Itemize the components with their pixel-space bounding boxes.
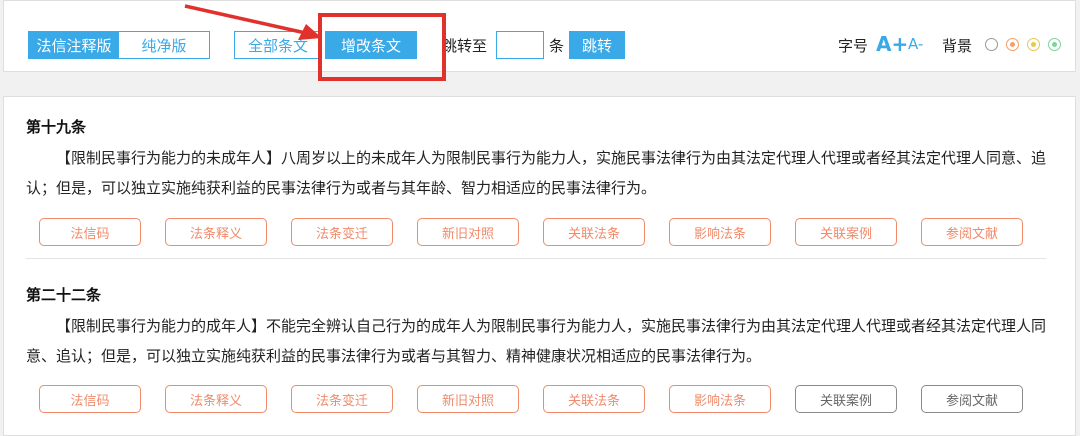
fa-xin-code-button[interactable]: 法信码: [39, 385, 141, 413]
article-history-button[interactable]: 法条变迁: [291, 385, 393, 413]
related-cases-button[interactable]: 关联案例: [795, 218, 897, 246]
article-title: 第二十二条: [26, 286, 102, 304]
related-articles-button[interactable]: 关联法条: [543, 385, 645, 413]
reference-literature-button[interactable]: 参阅文献: [921, 385, 1023, 413]
font-increase-icon[interactable]: A+: [876, 30, 908, 58]
annotation-highlight-box: [318, 13, 446, 81]
font-decrease-icon[interactable]: A-: [908, 30, 923, 58]
background-yellow-option[interactable]: [1027, 38, 1040, 51]
old-new-comparison-button[interactable]: 新旧对照: [417, 385, 519, 413]
article-body: 【限制民事行为能力的成年人】不能完全辨认自己行为的成年人为限制民事行为能力人，实…: [26, 317, 1047, 365]
article-list: 第十九条 【限制民事行为能力的未成年人】八周岁以上的未成年人为限制民事行为能力人…: [3, 96, 1076, 436]
affected-articles-button[interactable]: 影响法条: [669, 218, 771, 246]
related-articles-button[interactable]: 关联法条: [543, 218, 645, 246]
annotation-arrow: [184, 4, 322, 40]
article-interpretation-button[interactable]: 法条释义: [165, 218, 267, 246]
jump-article-input[interactable]: [496, 31, 544, 59]
article-actions: 法信码 法条释义 法条变迁 新旧对照 关联法条 影响法条 关联案例 参阅文献: [39, 218, 1023, 246]
reference-literature-button[interactable]: 参阅文献: [921, 218, 1023, 246]
article-title: 第十九条: [26, 118, 87, 136]
article-body: 【限制民事行为能力的未成年人】八周岁以上的未成年人为限制民事行为能力人，实施民事…: [26, 149, 1047, 197]
jump-button[interactable]: 跳转: [569, 31, 625, 59]
annotated-version-tab[interactable]: 法信注释版: [29, 32, 119, 58]
old-new-comparison-button[interactable]: 新旧对照: [417, 218, 519, 246]
fa-xin-code-button[interactable]: 法信码: [39, 218, 141, 246]
related-cases-button[interactable]: 关联案例: [795, 385, 897, 413]
article-interpretation-button[interactable]: 法条释义: [165, 385, 267, 413]
background-label: 背景: [942, 36, 973, 55]
font-size-label: 字号: [838, 36, 869, 55]
article-history-button[interactable]: 法条变迁: [291, 218, 393, 246]
article-unit-label: 条: [549, 36, 565, 55]
background-orange-option[interactable]: [1006, 38, 1019, 51]
jump-to-label: 跳转至: [442, 36, 488, 55]
article-divider: [26, 258, 1046, 259]
affected-articles-button[interactable]: 影响法条: [669, 385, 771, 413]
background-green-option[interactable]: [1048, 38, 1061, 51]
article-actions: 法信码 法条释义 法条变迁 新旧对照 关联法条 影响法条 关联案例 参阅文献: [39, 385, 1023, 413]
background-white-option[interactable]: [985, 38, 998, 51]
